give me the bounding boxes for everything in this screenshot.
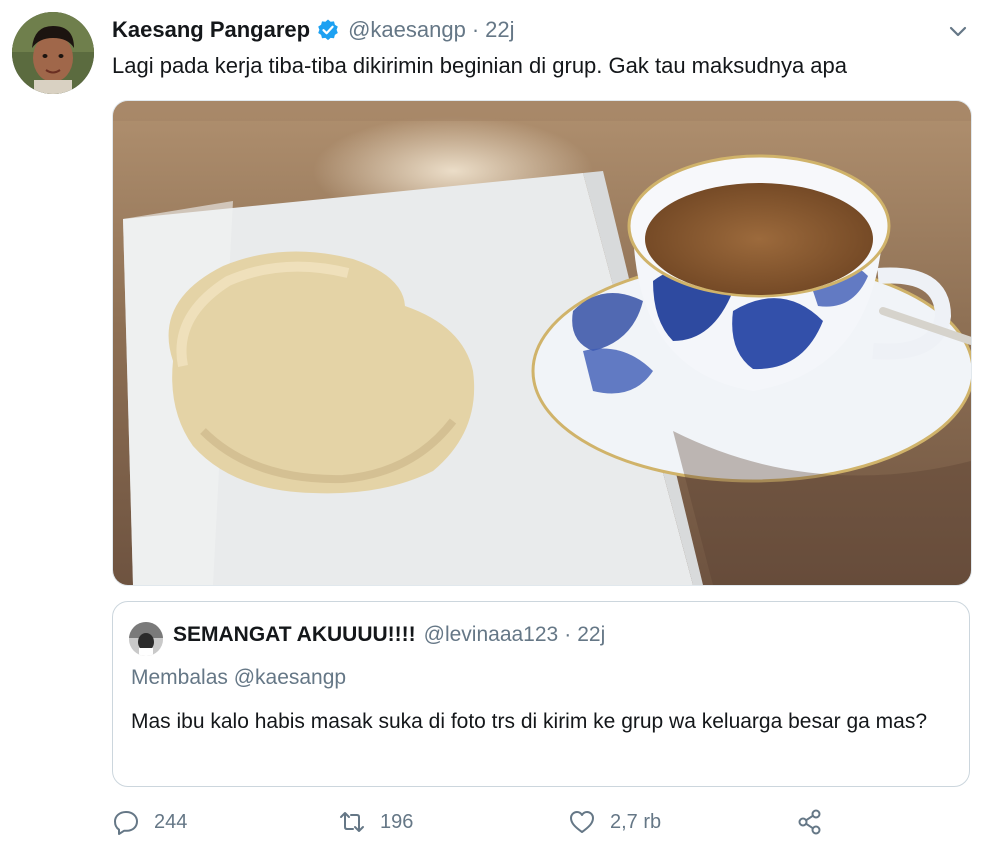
author-handle[interactable]: @kaesangp xyxy=(348,17,466,43)
retweet-icon xyxy=(340,812,364,832)
quoted-tweet-text: Mas ibu kalo habis masak suka di foto tr… xyxy=(131,710,928,733)
quoted-tweet-header: SEMANGAT AKUUUU!!!! @levinaaa123 · 22j xyxy=(173,623,605,647)
author-name[interactable]: Kaesang Pangarep xyxy=(112,17,310,43)
quoted-author-handle: @levinaaa123 xyxy=(423,623,559,646)
tweet-photo[interactable] xyxy=(112,100,972,586)
tweet-actions: 244 196 2,7 rb xyxy=(112,806,972,838)
quoted-avatar-image xyxy=(129,622,163,656)
retweet-count: 196 xyxy=(380,810,414,833)
reply-icon xyxy=(114,811,138,835)
quoted-tweet[interactable]: SEMANGAT AKUUUU!!!! @levinaaa123 · 22j M… xyxy=(112,601,970,787)
share-button[interactable] xyxy=(796,806,838,838)
like-count: 2,7 rb xyxy=(610,810,662,833)
avatar-image xyxy=(12,12,94,94)
tweet-time[interactable]: 22j xyxy=(485,17,514,43)
verified-badge-icon xyxy=(316,18,340,42)
author-avatar[interactable] xyxy=(12,12,94,94)
like-button[interactable]: 2,7 rb xyxy=(568,806,661,838)
retweet-button[interactable]: 196 xyxy=(338,806,413,838)
photo-image xyxy=(113,101,971,585)
heart-icon xyxy=(570,811,594,833)
quoted-separator-dot: · xyxy=(564,623,572,646)
separator-dot: · xyxy=(471,17,480,42)
tweet-header: Kaesang Pangarep @kaesangp · 22j xyxy=(112,14,991,46)
quoted-author-name: SEMANGAT AKUUUU!!!! xyxy=(173,623,416,646)
reply-button[interactable]: 244 xyxy=(112,806,187,838)
tweet-text: Lagi pada kerja tiba-tiba dikirimin begi… xyxy=(112,53,847,78)
reply-count: 244 xyxy=(154,810,188,833)
share-icon xyxy=(798,809,821,835)
quoted-author-avatar[interactable] xyxy=(129,622,163,656)
chevron-down-icon[interactable] xyxy=(947,20,969,42)
quoted-tweet-time: 22j xyxy=(577,623,606,646)
quoted-reply-to: Membalas @kaesangp xyxy=(131,666,347,689)
